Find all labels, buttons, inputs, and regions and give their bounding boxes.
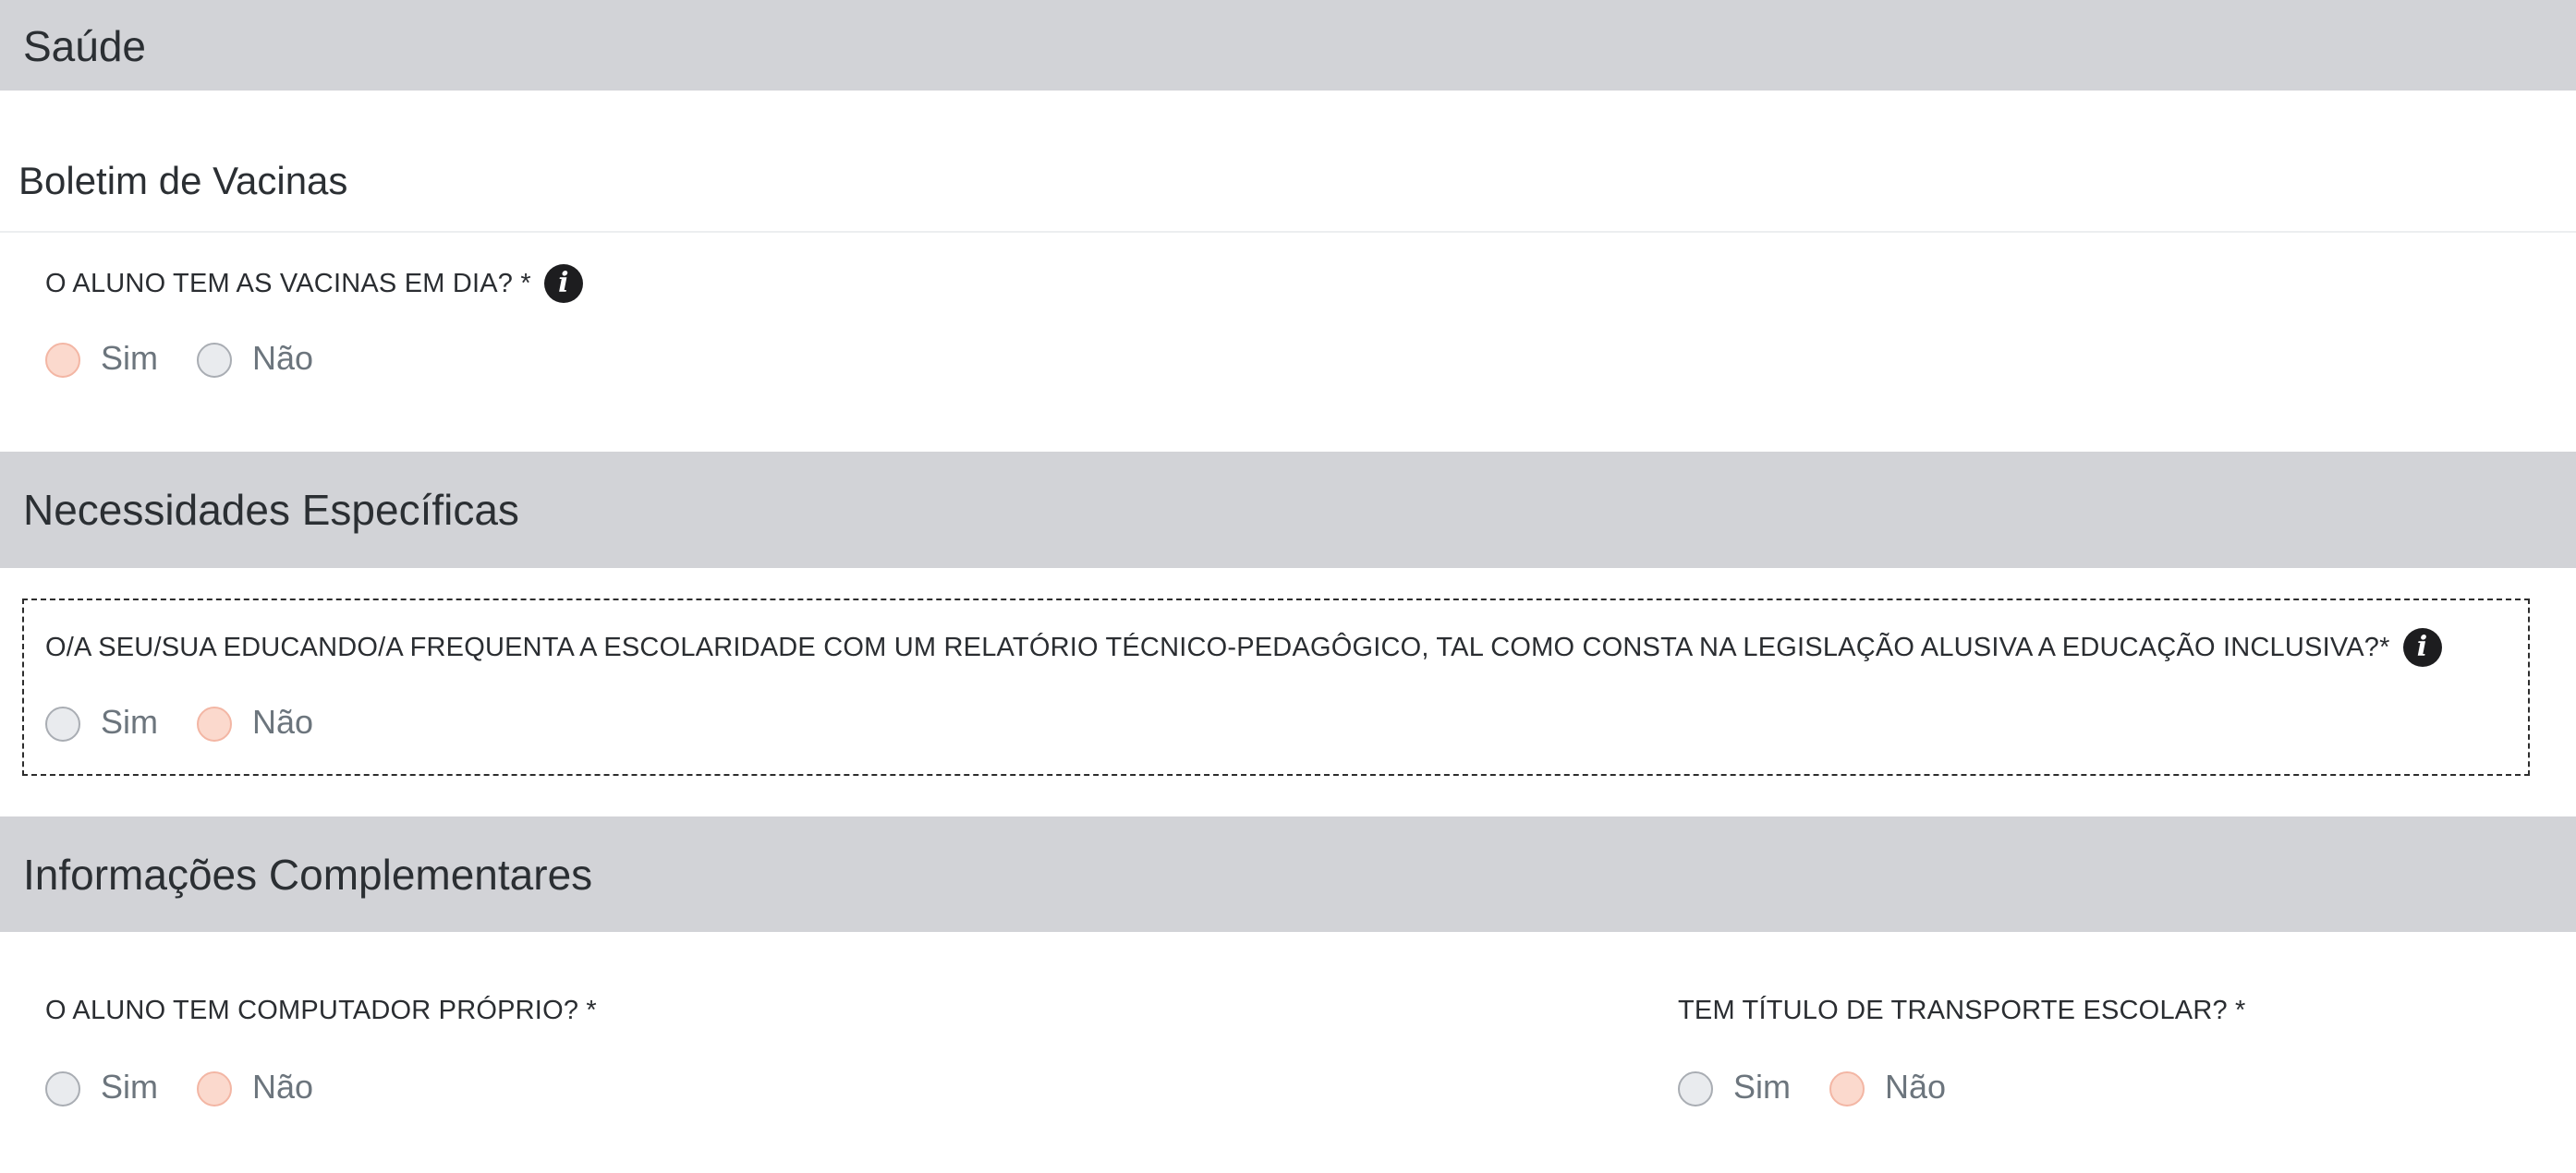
radio-button-sim[interactable]	[45, 343, 80, 378]
section-header-necessidades: Necessidades Específicas	[0, 452, 2576, 568]
radio-option-sim[interactable]: Sim	[45, 703, 158, 742]
radio-button-sim[interactable]	[45, 1071, 80, 1106]
info-circle-icon[interactable]: i	[2402, 628, 2442, 667]
question-relatorio: O/A SEU/SUA EDUCANDO/A FREQUENTA A ESCOL…	[45, 628, 2442, 667]
radio-group-vacinas: Sim Não	[45, 339, 352, 378]
info-circle-icon[interactable]: i	[543, 264, 583, 303]
section-title: Informações Complementares	[23, 850, 593, 899]
radio-group-computador: Sim Não	[45, 1068, 352, 1106]
question-label: TEM TÍTULO DE TRANSPORTE ESCOLAR? *	[1678, 996, 2246, 1025]
radio-button-nao[interactable]	[197, 343, 232, 378]
radio-option-sim[interactable]: Sim	[45, 339, 158, 378]
question-transporte: TEM TÍTULO DE TRANSPORTE ESCOLAR? *	[1678, 996, 2246, 1026]
question-vacinas: O ALUNO TEM AS VACINAS EM DIA? * i	[45, 264, 583, 303]
radio-label: Não	[252, 1068, 314, 1106]
radio-label: Não	[252, 703, 314, 741]
question-container-relatorio	[22, 599, 2530, 776]
radio-option-nao[interactable]: Não	[197, 703, 313, 742]
radio-label: Sim	[101, 1068, 158, 1106]
section-header-complementares: Informações Complementares	[0, 816, 2576, 932]
section-title: Saúde	[23, 22, 147, 70]
radio-button-sim[interactable]	[45, 707, 80, 742]
radio-option-nao[interactable]: Não	[197, 339, 313, 378]
radio-option-sim[interactable]: Sim	[1678, 1068, 1791, 1106]
section-header-saude: Saúde	[0, 0, 2576, 91]
radio-button-nao[interactable]	[197, 707, 232, 742]
radio-label: Sim	[101, 339, 158, 377]
radio-group-transporte: Sim Não	[1678, 1068, 1985, 1106]
radio-button-sim[interactable]	[1678, 1071, 1713, 1106]
question-label: O/A SEU/SUA EDUCANDO/A FREQUENTA A ESCOL…	[45, 632, 2390, 662]
radio-label: Sim	[1733, 1068, 1791, 1106]
radio-button-nao[interactable]	[197, 1071, 232, 1106]
radio-button-nao[interactable]	[1829, 1071, 1865, 1106]
question-label: O ALUNO TEM COMPUTADOR PRÓPRIO? *	[45, 996, 597, 1025]
section-title: Necessidades Específicas	[23, 486, 519, 534]
radio-label: Não	[252, 339, 314, 377]
question-label: O ALUNO TEM AS VACINAS EM DIA? *	[45, 268, 531, 298]
radio-option-nao[interactable]: Não	[1829, 1068, 1946, 1106]
subheading-boletim-vacinas: Boletim de Vacinas	[18, 159, 348, 202]
divider	[0, 231, 2576, 233]
question-computador: O ALUNO TEM COMPUTADOR PRÓPRIO? *	[45, 996, 597, 1026]
radio-group-relatorio: Sim Não	[45, 703, 352, 742]
radio-option-sim[interactable]: Sim	[45, 1068, 158, 1106]
radio-option-nao[interactable]: Não	[197, 1068, 313, 1106]
radio-label: Não	[1885, 1068, 1947, 1106]
radio-label: Sim	[101, 703, 158, 741]
